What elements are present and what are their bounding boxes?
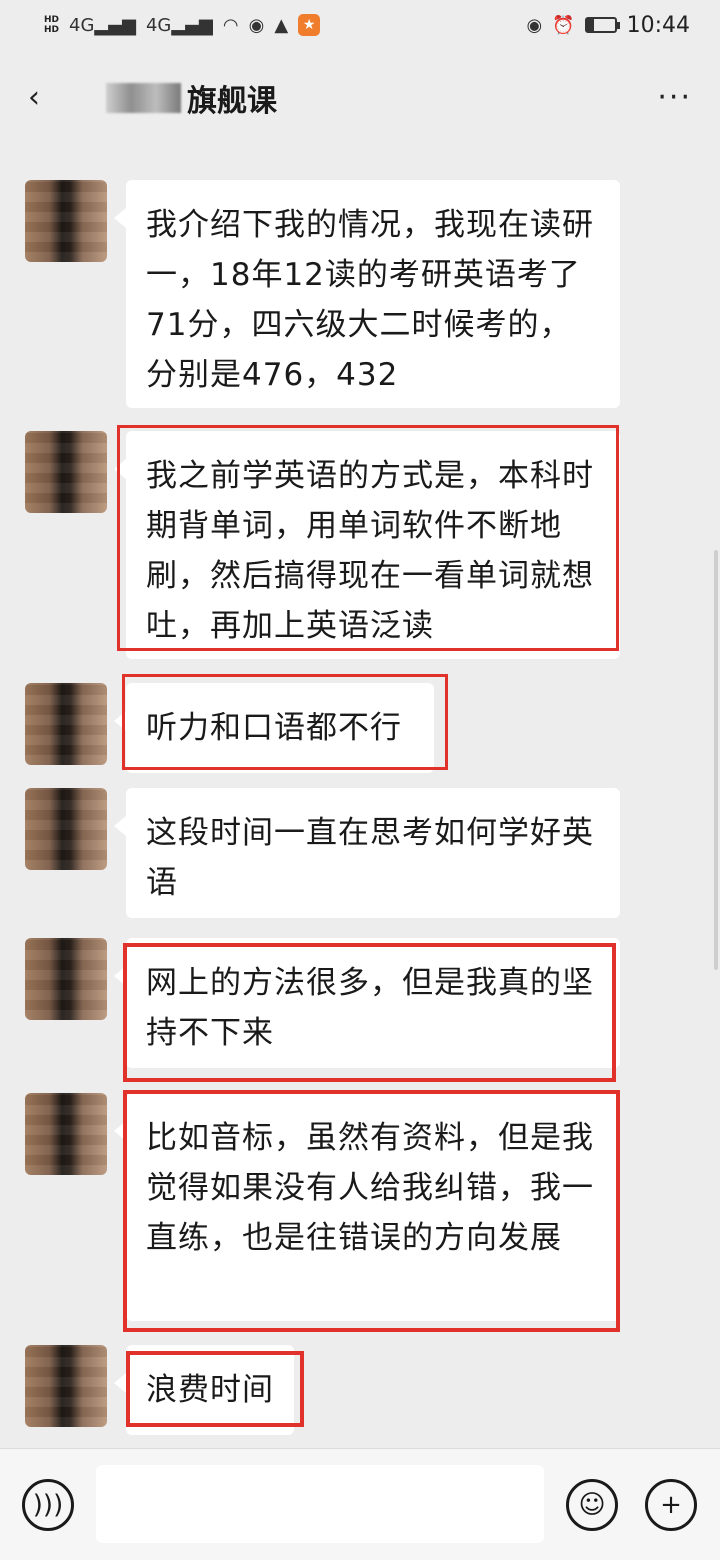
message-bubble[interactable]: 这段时间一直在思考如何学好英语: [114, 788, 620, 918]
status-left: HD HD 4G▂▄▆ 4G▂▄▆ ◠ ◉ ▲ ★: [44, 14, 321, 36]
message-bubble[interactable]: 网上的方法很多，但是我真的坚持不下来: [114, 938, 620, 1068]
avatar[interactable]: [25, 683, 107, 765]
battery-icon: [584, 17, 620, 33]
avatar[interactable]: [25, 788, 107, 870]
wechat-notification-icon: ◉: [248, 14, 265, 36]
status-right: ◉ ⏰ 10:44: [526, 13, 690, 38]
scrollbar[interactable]: [714, 550, 718, 970]
avatar[interactable]: [25, 1093, 107, 1175]
alarm-icon: ⏰: [552, 14, 575, 36]
signal-2-icon: 4G▂▄▆: [145, 14, 213, 36]
chat-title: 旗舰课: [187, 83, 277, 119]
message-input[interactable]: [96, 1465, 544, 1543]
chat-list[interactable]: 我介绍下我的情况，我现在读研一，18年12读的考研英语考了71分，四六级大二时候…: [0, 145, 720, 1445]
message-bubble[interactable]: 我介绍下我的情况，我现在读研一，18年12读的考研英语考了71分，四六级大二时候…: [114, 180, 620, 408]
more-options-button[interactable]: ···: [657, 80, 692, 115]
status-bar: HD HD 4G▂▄▆ 4G▂▄▆ ◠ ◉ ▲ ★ ◉ ⏰ 10:44: [0, 0, 720, 50]
input-bar: ))) ☺ +: [0, 1448, 720, 1560]
message-bubble[interactable]: 我之前学英语的方式是，本科时期背单词，用单词软件不断地刷，然后搞得现在一看单词就…: [114, 431, 620, 659]
wifi-icon: ◠: [222, 14, 239, 36]
message-bubble[interactable]: 听力和口语都不行: [114, 683, 434, 773]
bell-notification-icon: ▲: [274, 14, 289, 36]
message-bubble[interactable]: 比如音标，虽然有资料，但是我觉得如果没有人给我纠错，我一直练，也是往错误的方向发…: [114, 1093, 620, 1321]
blurred-contact-name: [106, 82, 181, 113]
avatar[interactable]: [25, 180, 107, 262]
eye-icon: ◉: [526, 14, 543, 36]
avatar[interactable]: [25, 1345, 107, 1427]
emoji-icon[interactable]: ☺: [566, 1479, 618, 1531]
message-bubble[interactable]: 浪费时间: [114, 1345, 294, 1435]
voice-icon[interactable]: ))): [22, 1479, 74, 1531]
back-arrow-icon[interactable]: ‹: [28, 80, 68, 115]
status-time: 10:44: [626, 12, 690, 38]
signal-1-icon: 4G▂▄▆: [69, 14, 136, 36]
avatar[interactable]: [25, 938, 107, 1020]
plus-icon[interactable]: +: [645, 1479, 697, 1531]
chat-header: ‹ 旗舰课 ···: [0, 50, 720, 145]
app-notification-icon: ★: [298, 14, 321, 36]
hd-indicator-icon: HD HD: [44, 15, 60, 35]
avatar[interactable]: [25, 431, 107, 513]
battery-level: [586, 19, 594, 31]
